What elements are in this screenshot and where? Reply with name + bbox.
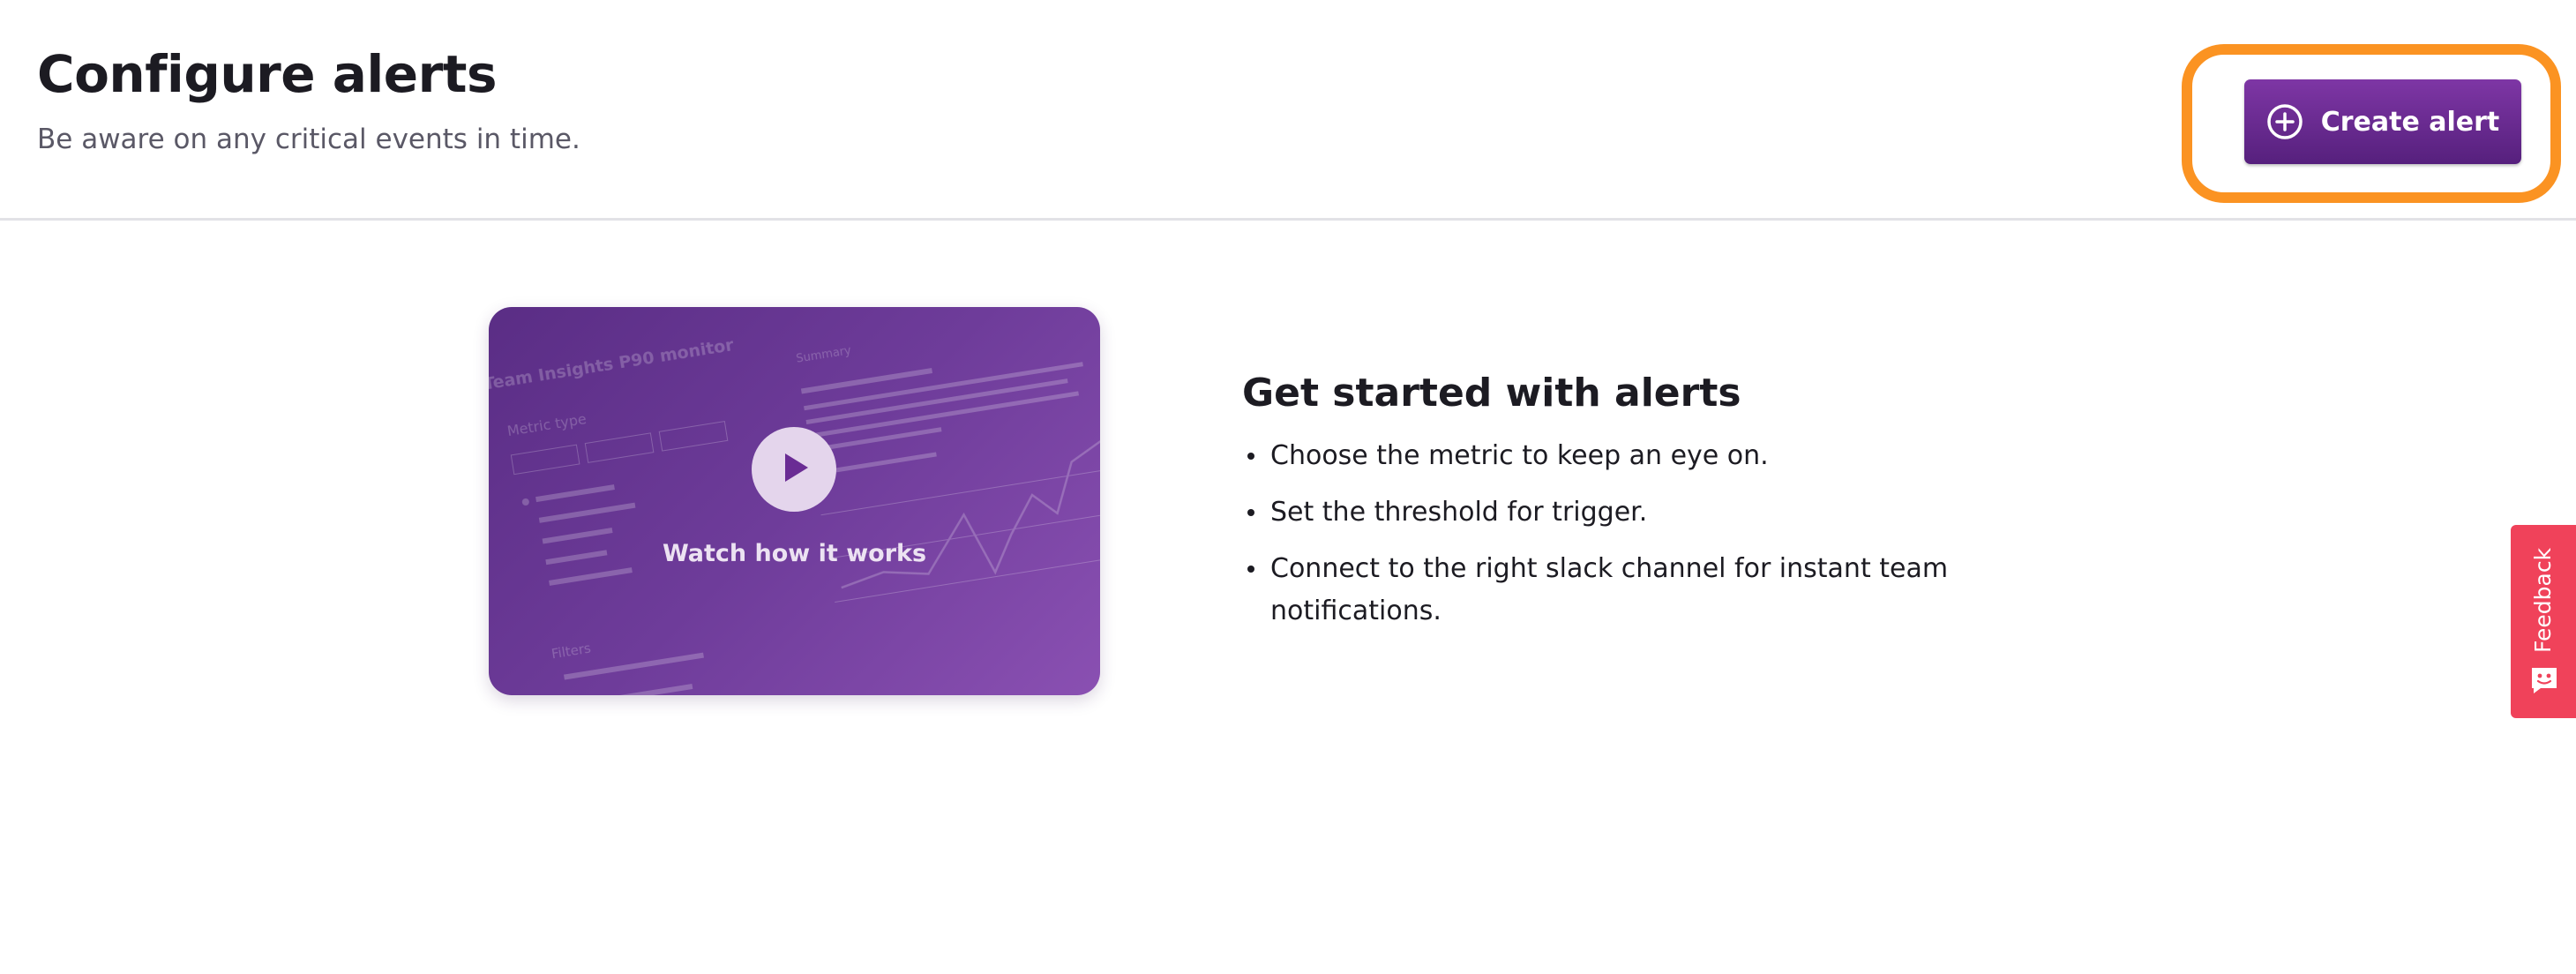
plus-circle-icon	[2266, 103, 2303, 140]
page-header: Configure alerts Be aware on any critica…	[0, 0, 2576, 221]
chat-face-icon	[2528, 664, 2560, 700]
preview-filters: Filters	[550, 641, 592, 663]
get-started-list: Choose the metric to keep an eye on. Set…	[1242, 435, 1966, 633]
play-icon	[776, 450, 812, 489]
bullet	[1247, 566, 1254, 573]
get-started-title: Get started with alerts	[1242, 371, 1741, 416]
list-item: Connect to the right slack channel for i…	[1242, 548, 1966, 633]
create-alert-label: Create alert	[2320, 106, 2500, 138]
list-item: Set the threshold for trigger.	[1242, 491, 1966, 534]
video-tutorial-card[interactable]: Team Insights P90 monitor Metric type Fi…	[489, 307, 1100, 695]
list-item-text: Connect to the right slack channel for i…	[1270, 553, 1949, 626]
video-caption: Watch how it works	[662, 540, 927, 567]
bullet	[1247, 453, 1254, 460]
list-item: Choose the metric to keep an eye on.	[1242, 435, 1966, 477]
preview-heading: Team Insights P90 monitor	[489, 335, 736, 394]
create-alert-button[interactable]: Create alert	[2244, 79, 2521, 164]
list-item-text: Choose the metric to keep an eye on.	[1270, 440, 1769, 471]
get-started-section: Get started with alerts Choose the metri…	[1242, 371, 1966, 647]
page-title: Configure alerts	[37, 44, 497, 104]
bullet	[1247, 509, 1254, 516]
feedback-tab[interactable]: Feedback	[2511, 525, 2576, 718]
play-button[interactable]	[752, 427, 836, 512]
preview-metric-type: Metric type	[506, 410, 588, 439]
feedback-label: Feedback	[2530, 547, 2556, 653]
page-subtitle: Be aware on any critical events in time.	[37, 124, 580, 155]
list-item-text: Set the threshold for trigger.	[1270, 497, 1648, 528]
preview-summary: Summary	[795, 344, 852, 366]
